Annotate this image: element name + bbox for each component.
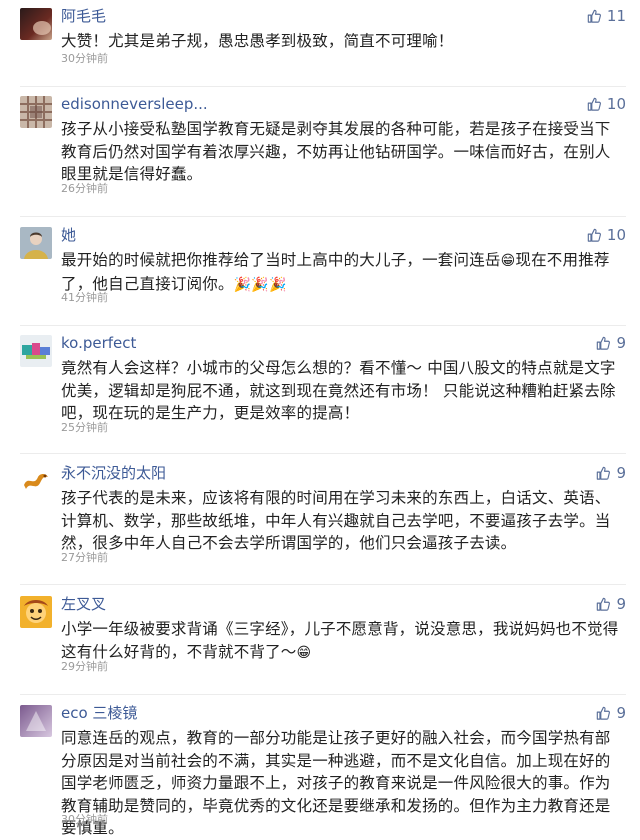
comment-text: 最开始的时候就把你推荐给了当时上高中的大儿子，一套问连岳😁现在不用推荐了，他自己… [61,249,626,296]
avatar[interactable] [20,465,52,497]
like-button[interactable]: 10 [587,225,626,245]
thumbs-up-icon [597,597,611,611]
comment-item: eco 三棱镜 9 同意连岳的观点，教育的一部分功能是让孩子更好的融入社会，而今… [0,703,640,837]
divider [20,216,626,217]
comment-time: 29分钟前 [61,660,108,673]
commenter-name[interactable]: 她 [61,225,76,245]
avatar[interactable] [20,227,52,259]
comment-text: 同意连岳的观点，教育的一部分功能是让孩子更好的融入社会，而今国学热有部分原因是对… [61,729,611,837]
divider [20,584,626,585]
like-count: 10 [606,226,626,244]
comment-time: 30分钟前 [61,52,108,65]
comment-time: 27分钟前 [61,551,108,564]
avatar[interactable] [20,96,52,128]
like-button[interactable]: 9 [596,333,626,353]
like-button[interactable]: 10 [587,94,626,114]
avatar[interactable] [20,8,52,40]
party-emoji-icon: 🎉🎉🎉 [233,276,287,293]
thumbs-up-icon [597,466,611,480]
commenter-name[interactable]: 阿毛毛 [61,6,106,26]
like-button[interactable]: 11 [587,6,626,26]
comment-item: 阿毛毛 11 大赞！尤其是弟子规，愚忠愚孝到极致，简直不可理喻！ 30分钟前 [0,6,640,87]
like-button[interactable]: 9 [596,594,626,614]
grin-emoji-icon: 😁 [500,253,516,269]
divider [20,453,626,454]
comment-text: 孩子代表的是未来，应该将有限的时间用在学习未来的东西上，白话文、英语、计算机、数… [61,489,611,552]
commenter-name[interactable]: eco 三棱镜 [61,703,137,723]
thumbs-up-icon [597,336,611,350]
avatar[interactable] [20,596,52,628]
commenter-name[interactable]: ko.perfect [61,333,136,353]
divider [20,86,626,87]
comment-item: 左叉叉 9 小学一年级被要求背诵《三字经》，儿子不愿意背，说没意思，我说妈妈也不… [0,594,640,695]
divider [20,694,626,695]
avatar[interactable] [20,705,52,737]
like-count: 9 [616,595,626,613]
divider [20,325,626,326]
comment-text: 小学一年级被要求背诵《三字经》，儿子不愿意背，说没意思，我说妈妈也不觉得这有什么… [61,618,626,664]
comment-time: 25分钟前 [61,421,108,434]
comment-text: 竟然有人会这样？小城市的父母怎么想的？看不懂～ 中国八股文的特点就是文字优美，逻… [61,359,616,422]
like-count: 9 [616,334,626,352]
comment-time: 26分钟前 [61,182,108,195]
comment-time: 41分钟前 [61,291,108,304]
comment-text-part: 小学一年级被要求背诵《三字经》，儿子不愿意背，说没意思，我说妈妈也不觉得这有什么… [61,620,619,661]
comment-item: edisonneversleep... 10 孩子从小接受私塾国学教育无疑是剥夺… [0,94,640,217]
thumbs-up-icon [587,228,601,242]
comment-text-part: 最开始的时候就把你推荐给了当时上高中的大儿子，一套问连岳 [61,251,501,269]
like-button[interactable]: 9 [596,463,626,483]
thumbs-up-icon [597,706,611,720]
grin-emoji-icon: 😁 [296,644,312,661]
commenter-name[interactable]: 左叉叉 [61,594,106,614]
comment-item: 永不沉没的太阳 9 孩子代表的是未来，应该将有限的时间用在学习未来的东西上，白话… [0,463,640,585]
like-count: 11 [606,7,626,25]
avatar[interactable] [20,335,52,367]
like-count: 9 [616,704,626,722]
thumbs-up-icon [587,9,601,23]
like-count: 9 [616,464,626,482]
comment-item: 她 10 最开始的时候就把你推荐给了当时上高中的大儿子，一套问连岳😁现在不用推荐… [0,225,640,326]
comment-time: 30分钟前 [61,813,108,826]
comment-text: 大赞！尤其是弟子规，愚忠愚孝到极致，简直不可理喻！ [61,32,454,50]
commenter-name[interactable]: edisonneversleep... [61,94,208,114]
commenter-name[interactable]: 永不沉没的太阳 [61,463,166,483]
comment-item: ko.perfect 9 竟然有人会这样？小城市的父母怎么想的？看不懂～ 中国八… [0,333,640,454]
like-count: 10 [606,95,626,113]
comment-text: 孩子从小接受私塾国学教育无疑是剥夺其发展的各种可能，若是孩子在接受当下教育后仍然… [61,120,611,183]
like-button[interactable]: 9 [596,703,626,723]
thumbs-up-icon [587,97,601,111]
